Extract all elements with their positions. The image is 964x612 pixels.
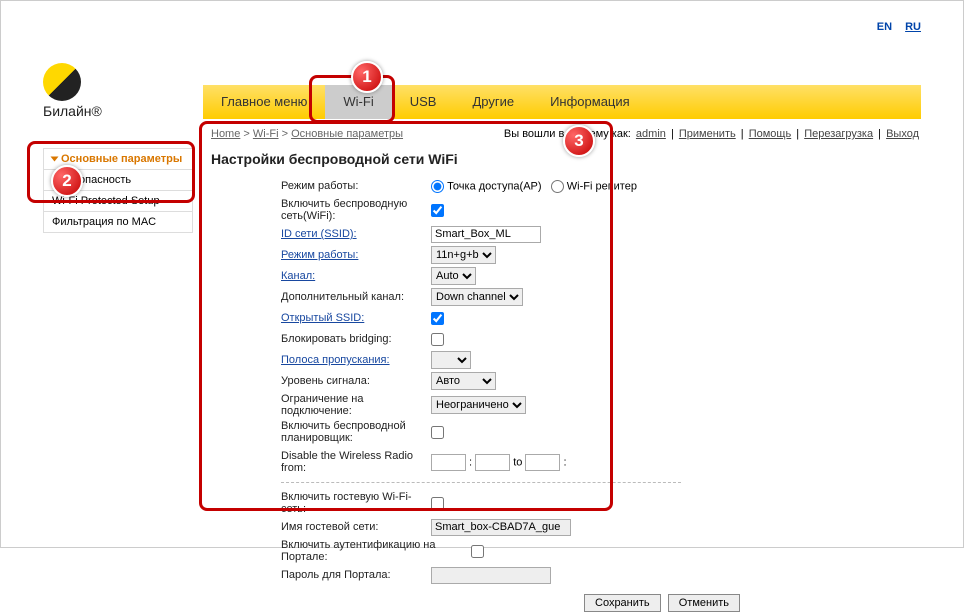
cancel-button[interactable]: Отменить (668, 594, 740, 612)
userbar-apply[interactable]: Применить (679, 128, 736, 140)
select-conn-limit[interactable]: Неограничено (431, 396, 526, 414)
label-open-ssid[interactable]: Открытый SSID: (211, 312, 431, 324)
checkbox-block-bridging[interactable] (431, 333, 444, 346)
select-signal[interactable]: Авто (431, 372, 496, 390)
userbar-reboot[interactable]: Перезагрузка (804, 128, 873, 140)
userbar-help[interactable]: Помощь (749, 128, 792, 140)
content: Настройки беспроводной сети WiFi Режим р… (203, 143, 921, 523)
chevron-icon (51, 157, 59, 162)
sidebar-item-macfilter[interactable]: Фильтрация по MAC (43, 212, 193, 233)
radio-repeater[interactable] (551, 180, 564, 193)
input-time-from-m[interactable] (475, 454, 510, 471)
checkbox-enable-wifi[interactable] (431, 204, 444, 217)
bc-current[interactable]: Основные параметры (291, 128, 403, 140)
userbar-prefix: Вы вошли в систему как: (504, 128, 631, 140)
radio-ap-label: Точка доступа(AP) (447, 180, 541, 192)
save-button[interactable]: Сохранить (584, 594, 661, 612)
page-title: Настройки беспроводной сети WiFi (211, 151, 913, 167)
label-portal-pwd: Пароль для Портала: (211, 569, 431, 581)
chevron-icon (52, 176, 57, 184)
sidebar-item-label: Основные параметры (61, 153, 182, 165)
label-ext-channel: Дополнительный канал: (211, 291, 431, 303)
label-enable-wifi: Включить беспроводную сеть(WiFi): (211, 198, 431, 222)
userbar-user[interactable]: admin (636, 128, 666, 140)
userbar-logout[interactable]: Выход (886, 128, 919, 140)
nav-main[interactable]: Главное меню (203, 85, 325, 119)
lang-ru[interactable]: RU (905, 21, 921, 33)
select-ext-channel[interactable]: Down channel (431, 288, 523, 306)
lang-en[interactable]: EN (877, 21, 892, 33)
label-channel[interactable]: Канал: (211, 270, 431, 282)
nav-info[interactable]: Информация (532, 85, 648, 119)
checkbox-open-ssid[interactable] (431, 312, 444, 325)
select-bandwidth[interactable] (431, 351, 471, 369)
label-conn-limit: Ограничение на подключение: (211, 393, 431, 417)
label-guest-name: Имя гостевой сети: (211, 521, 431, 533)
radio-repeater-label: Wi-Fi репитер (567, 180, 637, 192)
sidebar-item-label: Безопасность (61, 174, 131, 186)
sidebar: Основные параметры Безопасность Wi-Fi Pr… (43, 148, 193, 233)
label-guest-enable: Включить гостевую Wi-Fi-сеть: (211, 491, 431, 515)
sidebar-item-label: Фильтрация по MAC (52, 216, 156, 228)
label-portal-auth: Включить аутентификацию на Портале: (211, 539, 471, 563)
bc-wifi[interactable]: Wi-Fi (253, 128, 279, 140)
label-ssid[interactable]: ID сети (SSID): (211, 228, 431, 240)
label-signal: Уровень сигнала: (211, 375, 431, 387)
input-time-from-h[interactable] (431, 454, 466, 471)
label-block-bridging: Блокировать bridging: (211, 333, 431, 345)
label-scheduler: Включить беспроводной планировщик: (211, 420, 431, 444)
label-wmode[interactable]: Режим работы: (211, 249, 431, 261)
user-bar: Вы вошли в систему как: admin | Применит… (504, 128, 921, 140)
language-bar: EN RU (867, 21, 921, 33)
sidebar-item-security[interactable]: Безопасность (43, 170, 193, 191)
select-wmode[interactable]: 11n+g+b (431, 246, 496, 264)
nav-other[interactable]: Другие (454, 85, 532, 119)
label-bandwidth[interactable]: Полоса пропускания: (211, 354, 431, 366)
input-portal-pwd[interactable] (431, 567, 551, 584)
logo-text: Билайн® (43, 103, 102, 119)
sidebar-item-label: Wi-Fi Protected Setup (52, 195, 160, 207)
label-to: to (513, 456, 522, 468)
nav-usb[interactable]: USB (392, 85, 455, 119)
checkbox-scheduler[interactable] (431, 426, 444, 439)
breadcrumb: Home > Wi-Fi > Основные параметры (211, 128, 403, 140)
input-time-to-h[interactable] (525, 454, 560, 471)
nav-wifi[interactable]: Wi-Fi (325, 85, 391, 119)
checkbox-portal-auth[interactable] (471, 545, 484, 558)
radio-ap[interactable] (431, 180, 444, 193)
input-guest-name[interactable] (431, 519, 571, 536)
checkbox-guest-enable[interactable] (431, 497, 444, 510)
select-channel[interactable]: Auto (431, 267, 476, 285)
main-nav: Главное меню Wi-Fi USB Другие Информация (203, 85, 921, 119)
input-ssid[interactable] (431, 226, 541, 243)
sidebar-item-wps[interactable]: Wi-Fi Protected Setup (43, 191, 193, 212)
bc-home[interactable]: Home (211, 128, 240, 140)
label-mode: Режим работы: (211, 180, 431, 192)
logo-icon (43, 63, 81, 101)
logo: Билайн® (43, 63, 102, 119)
divider (281, 482, 681, 483)
label-disable-radio: Disable the Wireless Radio from: (211, 450, 431, 474)
sidebar-item-basic[interactable]: Основные параметры (43, 148, 193, 170)
